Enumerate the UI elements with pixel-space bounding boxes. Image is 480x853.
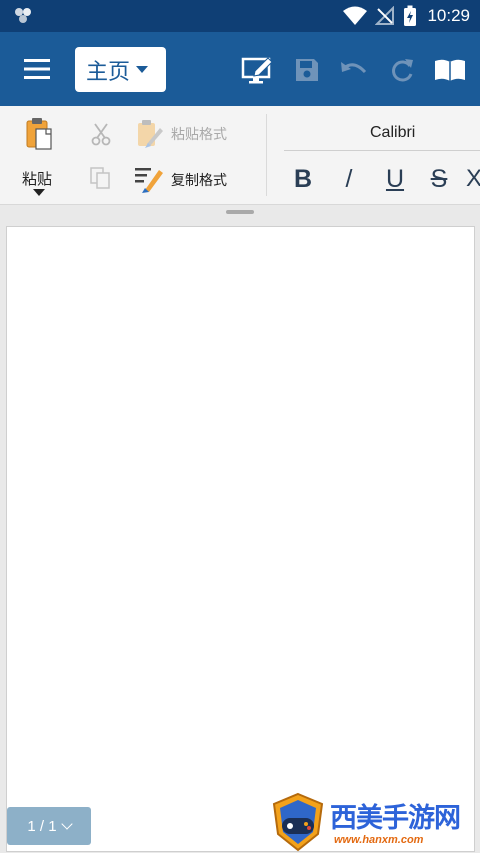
watermark-title: 西美手游网	[330, 803, 461, 834]
redo-button[interactable]	[384, 52, 420, 88]
no-signal-icon	[375, 6, 395, 25]
italic-button[interactable]: /	[334, 164, 364, 194]
paste-label: 粘贴	[22, 170, 53, 188]
page-indicator-label: 1 / 1	[27, 817, 57, 835]
redo-icon	[392, 59, 413, 82]
read-mode-button[interactable]	[432, 52, 468, 88]
font-name-field[interactable]: Calibri	[284, 116, 480, 151]
save-button[interactable]	[289, 52, 325, 88]
paste-format-icon	[138, 120, 163, 148]
font-name-value: Calibri	[370, 124, 416, 141]
wifi-icon	[343, 6, 368, 25]
clock: 10:29	[427, 6, 470, 25]
gamepad-shield-logo	[272, 792, 324, 852]
ribbon-panel: 粘贴 粘贴格式 复制格式 Calibri B / U S X	[0, 106, 480, 205]
undo-button[interactable]	[336, 52, 372, 88]
underline-button[interactable]: U	[380, 164, 410, 194]
bold-button[interactable]: B	[288, 164, 318, 194]
document-page[interactable]	[6, 226, 475, 852]
watermark-url: www.hanxm.com	[334, 834, 424, 846]
ribbon-tab-label: 主页	[86, 59, 131, 85]
save-icon	[296, 59, 318, 81]
ribbon-tab-selector[interactable]: 主页	[75, 47, 166, 92]
cut-icon[interactable]	[90, 122, 112, 146]
app-logo-icon	[15, 8, 31, 23]
chevron-down-icon	[60, 818, 73, 830]
book-icon	[435, 59, 465, 81]
edit-mode-button[interactable]	[240, 52, 276, 88]
ribbon-collapse-handle[interactable]	[226, 210, 254, 214]
app-toolbar: 主页	[0, 32, 480, 106]
status-bar: 10:29	[0, 0, 480, 32]
format-painter-icon[interactable]	[133, 164, 165, 194]
copy-format-button[interactable]: 复制格式	[171, 170, 227, 190]
chevron-down-icon	[136, 66, 149, 73]
copy-icon[interactable]	[88, 166, 112, 190]
page-indicator[interactable]: 1 / 1	[7, 807, 91, 845]
paste-format-button[interactable]: 粘贴格式	[171, 124, 227, 144]
edit-screen-icon	[241, 57, 273, 84]
clipboard-paste-icon	[26, 118, 52, 150]
ribbon-divider	[266, 114, 267, 196]
paste-button[interactable]: 粘贴	[18, 116, 60, 196]
clear-format-button[interactable]: X	[466, 164, 480, 194]
battery-charging-icon	[404, 5, 417, 26]
hamburger-menu-icon[interactable]	[22, 56, 52, 82]
watermark: 西美手游网 www.hanxm.com	[268, 792, 478, 852]
chevron-down-icon	[33, 189, 45, 196]
system-icons: 10:29	[343, 5, 470, 27]
strikethrough-button[interactable]: S	[424, 164, 454, 194]
undo-icon	[341, 62, 367, 74]
